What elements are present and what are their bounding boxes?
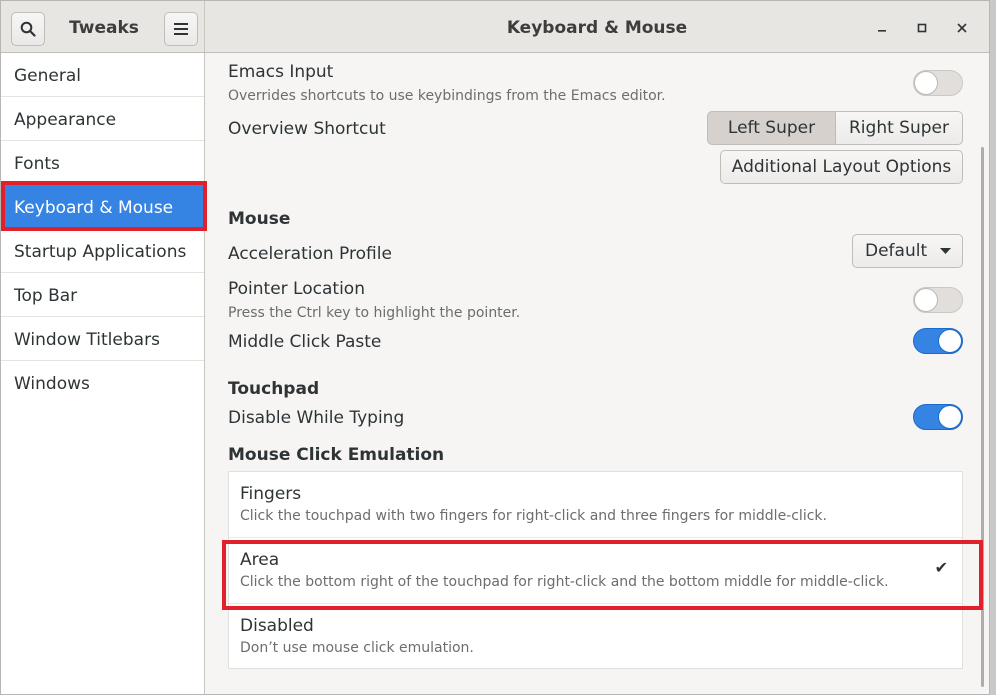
pointer-location-description: Press the Ctrl key to highlight the poin… [228,305,521,321]
touchpad-section-heading: Touchpad [228,379,320,399]
sidebar-item-windows[interactable]: Windows [1,361,204,405]
disable-while-typing-switch[interactable] [913,404,963,430]
option-description: Click the bottom right of the touchpad f… [240,574,889,590]
settings-content: Emacs Input Overrides shortcuts to use k… [206,53,989,694]
search-icon [20,21,36,37]
emacs-input-switch[interactable] [913,70,963,96]
option-label: Area [240,550,280,570]
emulation-option-fingers[interactable]: Fingers Click the touchpad with two fing… [229,472,962,538]
checkmark-icon: ✔ [934,558,948,577]
switch-knob [914,288,938,312]
middle-click-paste-label: Middle Click Paste [228,332,382,352]
minimize-button[interactable] [871,17,893,39]
app-title: Tweaks [69,18,139,38]
disable-while-typing-label: Disable While Typing [228,408,405,428]
maximize-icon [917,23,927,33]
switch-knob [914,71,938,95]
sidebar: General Appearance Fonts Keyboard & Mous… [1,53,205,694]
overview-shortcut-label: Overview Shortcut [228,119,386,139]
mouse-section-heading: Mouse [228,209,291,229]
sidebar-item-label: Fonts [14,154,60,174]
acceleration-profile-value: Default [865,241,928,261]
close-icon [957,23,967,33]
emulation-option-area[interactable]: Area Click the bottom right of the touch… [229,538,962,604]
emulation-option-disabled[interactable]: Disabled Don’t use mouse click emulation… [229,604,962,670]
option-description: Click the touchpad with two fingers for … [240,508,827,524]
sidebar-item-label: Startup Applications [14,242,187,262]
sidebar-item-startup-applications[interactable]: Startup Applications [1,229,204,273]
right-super-button[interactable]: Right Super [835,111,963,145]
option-label: Fingers [240,484,302,504]
search-button[interactable] [11,12,45,46]
sidebar-item-label: General [14,66,81,86]
sidebar-item-keyboard-mouse[interactable]: Keyboard & Mouse [1,185,204,229]
hamburger-menu-icon [174,23,188,35]
menu-button[interactable] [164,12,198,46]
close-button[interactable] [951,17,973,39]
additional-layout-options-button[interactable]: Additional Layout Options [720,150,963,184]
sidebar-item-fonts[interactable]: Fonts [1,141,204,185]
tweaks-window: Tweaks Keyboard & Mouse General Appearan… [0,0,990,695]
click-emulation-list: Fingers Click the touchpad with two fing… [228,471,963,669]
acceleration-profile-label: Acceleration Profile [228,244,392,264]
pointer-location-switch[interactable] [913,287,963,313]
header-bar: Tweaks Keyboard & Mouse [1,1,989,53]
switch-knob [938,405,962,429]
pointer-location-label: Pointer Location [228,279,365,299]
sidebar-item-label: Windows [14,374,90,394]
sidebar-item-label: Keyboard & Mouse [14,198,174,218]
dropdown-arrow-icon [940,248,951,254]
sidebar-item-general[interactable]: General [1,53,204,97]
sidebar-item-appearance[interactable]: Appearance [1,97,204,141]
content-scrollbar[interactable] [981,147,984,687]
left-super-button[interactable]: Left Super [707,111,836,145]
mouse-click-emulation-heading: Mouse Click Emulation [228,445,445,465]
option-description: Don’t use mouse click emulation. [240,640,474,656]
sidebar-item-label: Appearance [14,110,117,130]
emacs-input-description: Overrides shortcuts to use keybindings f… [228,88,666,104]
emacs-input-label: Emacs Input [228,62,334,82]
sidebar-item-label: Top Bar [14,286,78,306]
maximize-button[interactable] [911,17,933,39]
sidebar-item-top-bar[interactable]: Top Bar [1,273,204,317]
middle-click-paste-switch[interactable] [913,328,963,354]
acceleration-profile-dropdown[interactable]: Default [852,234,963,268]
sidebar-item-label: Window Titlebars [14,330,160,350]
switch-knob [938,329,962,353]
sidebar-item-window-titlebars[interactable]: Window Titlebars [1,317,204,361]
sidebar-header: Tweaks [1,1,205,52]
option-label: Disabled [240,616,314,636]
minimize-icon [878,30,886,32]
